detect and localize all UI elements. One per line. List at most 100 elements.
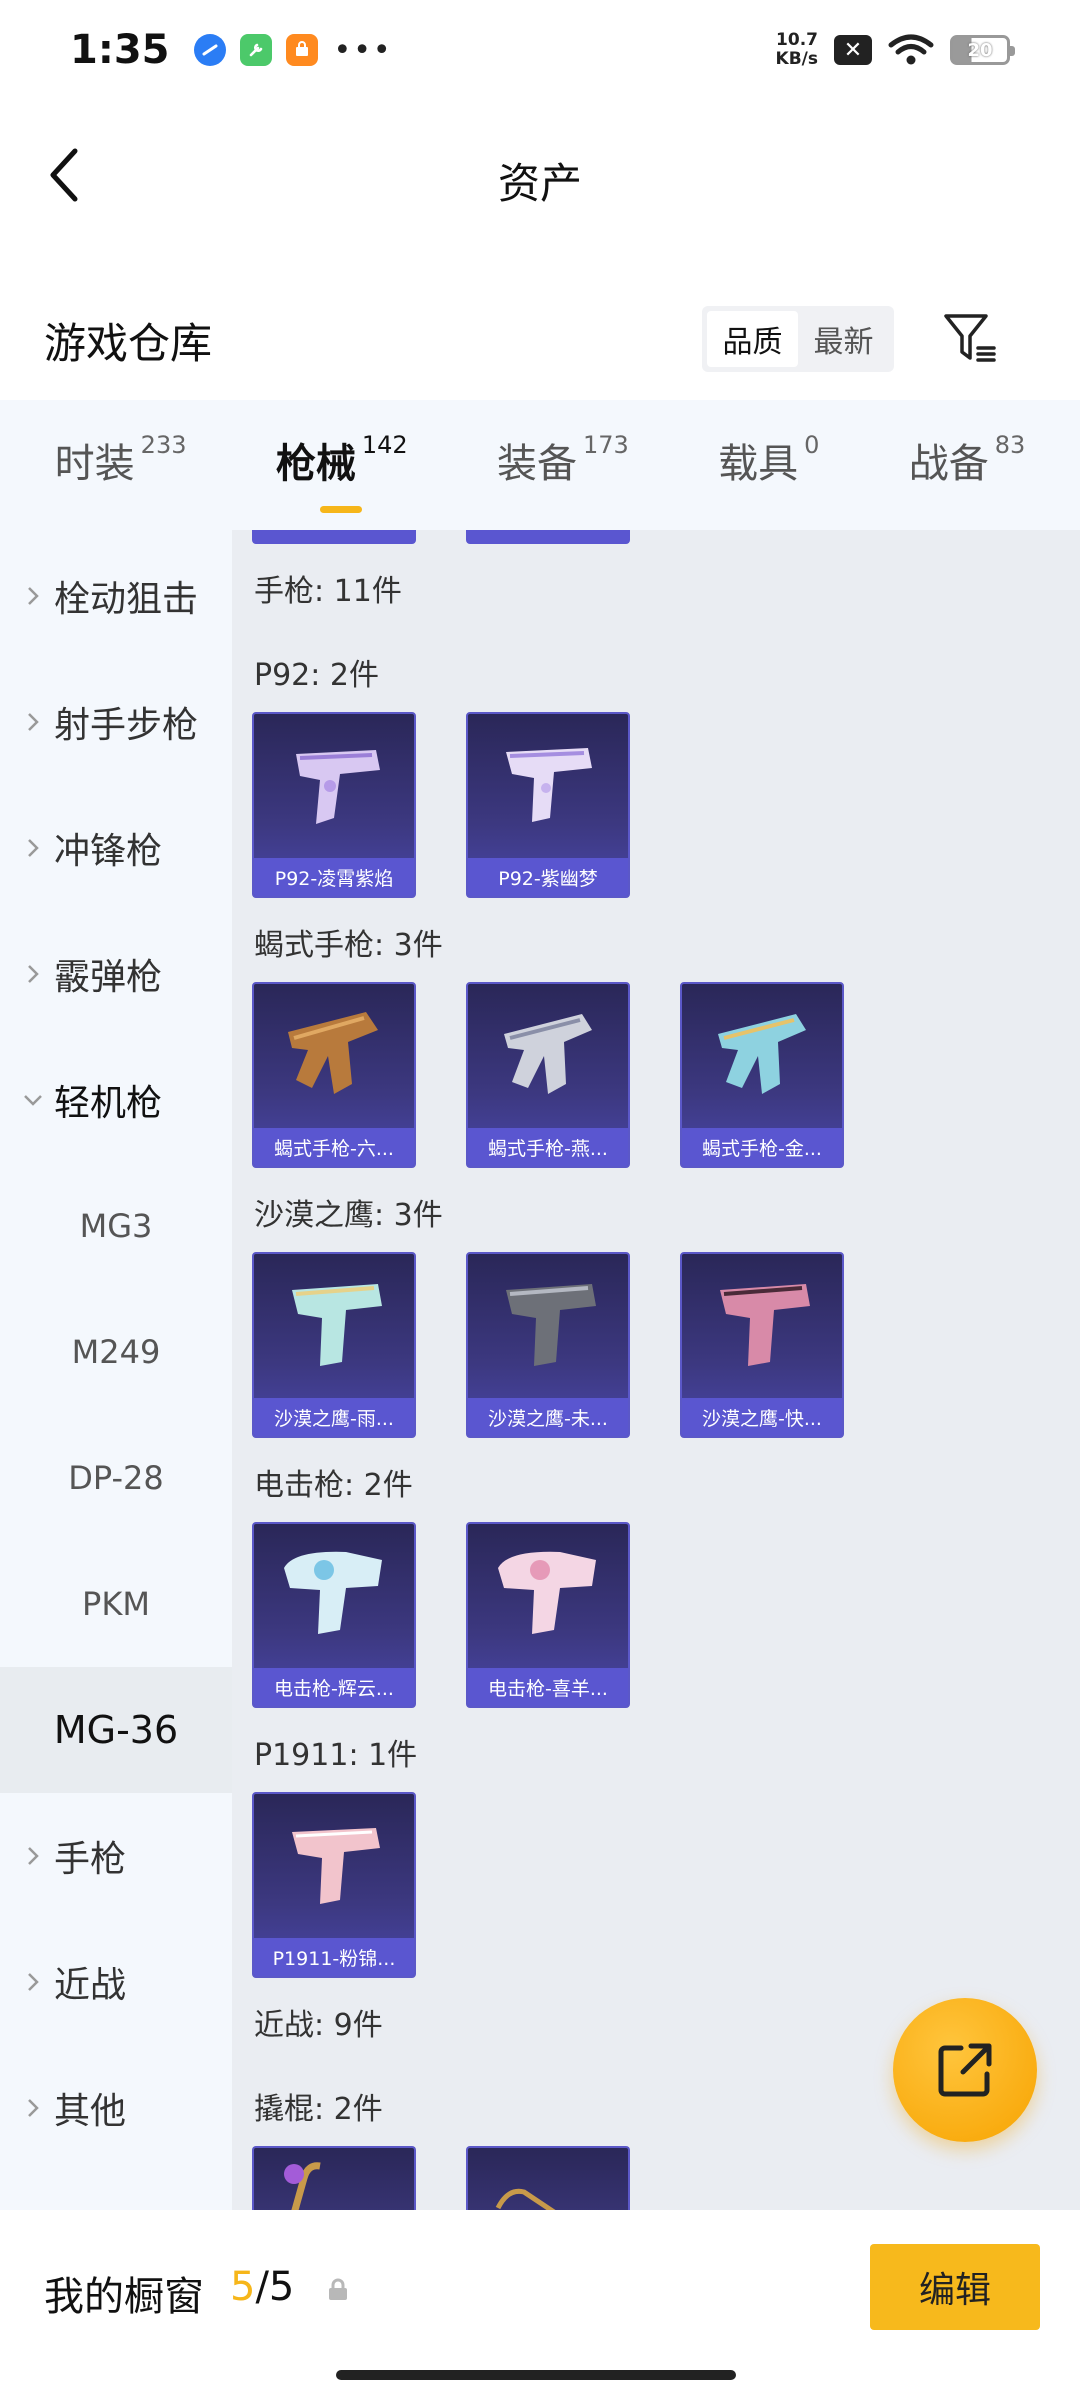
item-card[interactable]: 沙漠之鹰-快... [680, 1252, 844, 1438]
speed-unit: KB/s [775, 49, 818, 69]
pistol-skin-icon [720, 1284, 810, 1366]
tab-count: 0 [804, 431, 820, 459]
active-tab-indicator [319, 506, 362, 513]
group-header: 撬棍: 2件 [254, 2092, 383, 2127]
item-card-partial[interactable] [252, 530, 416, 544]
side-item-marksman-rifle[interactable]: 射手步枪 [0, 659, 232, 785]
smg-skin-icon [718, 1014, 806, 1094]
side-item-pistol[interactable]: 手枪 [0, 1793, 232, 1919]
item-card[interactable]: 蝎式手枪-燕... [466, 982, 630, 1168]
side-subitem-m249[interactable]: M249 [0, 1289, 232, 1415]
side-item-label: 手枪 [54, 1839, 127, 1880]
side-item-label: 近战 [54, 1965, 127, 2006]
sort-by-quality[interactable]: 品质 [707, 311, 798, 367]
tab-firearms[interactable]: 枪械 142 [275, 431, 408, 513]
item-card[interactable]: P92-凌霄紫焰 [252, 712, 416, 898]
group-header: 电击枪: 2件 [254, 1468, 413, 1503]
chevron-right-icon [18, 585, 48, 607]
group-header: P92: 2件 [254, 658, 379, 693]
side-item-label: M249 [71, 1333, 161, 1371]
tab-equipment[interactable]: 装备 173 [497, 431, 629, 499]
group-header: 沙漠之鹰: 3件 [254, 1198, 443, 1233]
network-speed: 10.7 KB/s [776, 31, 818, 69]
filter-button[interactable] [940, 308, 1000, 368]
tab-count: 233 [140, 431, 187, 459]
wifi-icon [888, 34, 934, 65]
item-card[interactable]: 电击枪-喜羊... [466, 1522, 630, 1708]
group-header: P1911: 1件 [254, 1738, 418, 1773]
browser-app-icon [193, 34, 226, 66]
item-card[interactable]: 沙漠之鹰-雨... [252, 1252, 416, 1438]
warehouse-header: 游戏仓库 品质 最新 [0, 270, 1080, 400]
tools-app-icon [239, 34, 272, 66]
side-menu: 栓动狙击 射手步枪 冲锋枪 霰弹枪 轻机枪 MG3 M249 DP-28 PKM… [0, 530, 232, 2210]
tab-outfit[interactable]: 时装 233 [55, 431, 187, 499]
tab-label: 枪械 [275, 441, 356, 487]
close-box-icon: ✕ [834, 35, 872, 65]
group-header: 蝎式手枪: 3件 [254, 928, 443, 963]
item-card[interactable]: 蝎式手枪-金... [680, 982, 844, 1168]
section-header-pistol: 手枪: 11件 [254, 574, 402, 609]
tab-label: 载具 [718, 441, 799, 487]
filter-icon [944, 314, 996, 362]
side-item-label: 栓动狙击 [54, 579, 199, 620]
item-card-partial[interactable] [466, 2146, 630, 2210]
item-card-partial[interactable] [252, 2146, 416, 2210]
side-item-bolt-sniper[interactable]: 栓动狙击 [0, 533, 232, 659]
item-card-partial[interactable] [466, 530, 630, 544]
side-item-smg[interactable]: 冲锋枪 [0, 785, 232, 911]
item-name: 蝎式手枪-燕... [468, 1128, 628, 1166]
side-item-label: 其他 [54, 2091, 127, 2132]
showcase-label: 我的橱窗 [44, 2274, 204, 2320]
side-item-shotgun[interactable]: 霰弹枪 [0, 911, 232, 1037]
chevron-right-icon [18, 2097, 48, 2119]
stun-gun-skin-icon [498, 1551, 596, 1634]
side-subitem-dp28[interactable]: DP-28 [0, 1415, 232, 1541]
smg-skin-icon [288, 1012, 378, 1094]
item-name: 蝎式手枪-金... [682, 1128, 842, 1166]
chevron-down-icon [18, 1093, 48, 1107]
item-card[interactable]: P1911-粉锦... [252, 1792, 416, 1978]
share-button[interactable] [893, 1998, 1037, 2142]
showcase-total: /5 [255, 2264, 295, 2310]
item-card[interactable]: 电击枪-辉云... [252, 1522, 416, 1708]
side-subitem-mg36[interactable]: MG-36 [0, 1667, 232, 1793]
tab-vehicles[interactable]: 载具 0 [718, 431, 819, 499]
smg-skin-icon [504, 1014, 592, 1094]
tab-label: 装备 [496, 441, 577, 487]
item-card[interactable]: 沙漠之鹰-未... [466, 1252, 630, 1438]
battery-icon: 20 [950, 35, 1015, 65]
item-name: P92-凌霄紫焰 [254, 858, 414, 896]
sort-toggle: 品质 最新 [702, 306, 894, 372]
tab-count: 142 [361, 431, 408, 459]
chevron-right-icon [18, 1845, 48, 1867]
side-item-label: DP-28 [68, 1459, 164, 1497]
home-indicator[interactable] [336, 2370, 736, 2380]
item-name: 沙漠之鹰-雨... [254, 1398, 414, 1436]
side-item-other[interactable]: 其他 [0, 2045, 232, 2171]
crowbar-skin-icon [495, 2188, 556, 2210]
edit-button[interactable]: 编辑 [870, 2244, 1040, 2330]
item-card[interactable]: 蝎式手枪-六... [252, 982, 416, 1168]
item-name: 沙漠之鹰-快... [682, 1398, 842, 1436]
side-item-label: 霰弹枪 [54, 957, 163, 998]
status-bar: 1:35 ••• 10.7 KB/s ✕ 20 [0, 0, 1080, 100]
side-item-label: 轻机枪 [54, 1083, 163, 1124]
stun-gun-skin-icon [284, 1551, 382, 1634]
item-list[interactable]: 手枪: 11件 P92: 2件 P92-凌霄紫焰 P92-紫幽梦 蝎式手枪: 3… [232, 530, 1080, 2210]
side-subitem-pkm[interactable]: PKM [0, 1541, 232, 1667]
side-item-label: 射手步枪 [54, 705, 199, 746]
category-tabs: 时装 233 枪械 142 装备 173 载具 0 战备 83 [0, 400, 1080, 530]
item-card[interactable]: P92-紫幽梦 [466, 712, 630, 898]
tab-supplies[interactable]: 战备 83 [909, 431, 1026, 499]
side-subitem-mg3[interactable]: MG3 [0, 1163, 232, 1289]
speed-value: 10.7 [776, 30, 818, 50]
tab-count: 173 [582, 431, 629, 459]
pistol-skin-icon [292, 1828, 380, 1904]
item-name: P92-紫幽梦 [468, 858, 628, 896]
pistol-skin-icon [506, 748, 592, 822]
side-item-melee[interactable]: 近战 [0, 1919, 232, 2045]
chevron-right-icon [18, 963, 48, 985]
side-item-lmg[interactable]: 轻机枪 [0, 1037, 232, 1163]
sort-by-newest[interactable]: 最新 [798, 311, 889, 367]
